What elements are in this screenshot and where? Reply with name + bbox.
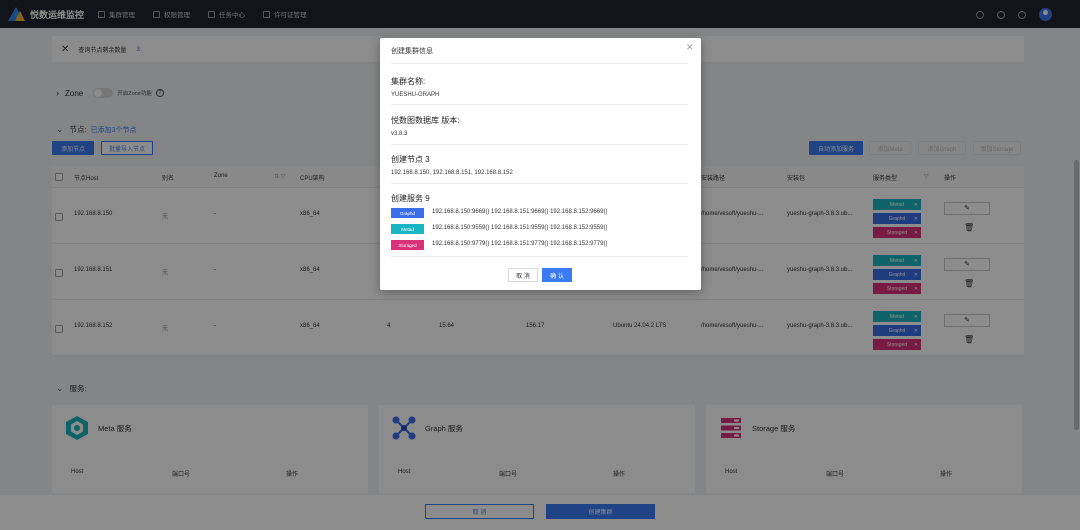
cluster-name-value: YUESHU-GRAPH [391, 92, 440, 98]
nodes-value: 192.168.8.150, 192.168.8.151, 192.168.8.… [391, 170, 513, 176]
service-tag-metad: Metad [391, 224, 424, 234]
service-tag-graphd: Graphd [391, 208, 424, 218]
divider [391, 104, 688, 105]
divider [391, 63, 688, 64]
service-tag-storaged: Storaged [391, 240, 424, 250]
divider [391, 183, 688, 184]
close-icon[interactable]: ✕ [686, 42, 694, 53]
modal-confirm-button[interactable]: 确 认 [542, 268, 572, 282]
divider [391, 144, 688, 145]
version-value: v3.8.3 [391, 131, 408, 137]
modal-title: 创建集群信息 [391, 48, 433, 55]
modal-cancel-button[interactable]: 取 消 [508, 268, 538, 282]
divider [391, 256, 688, 257]
cluster-info-modal: 创建集群信息 ✕ 集群名称: YUESHU-GRAPH 悦数图数据库 版本: v… [380, 38, 701, 290]
